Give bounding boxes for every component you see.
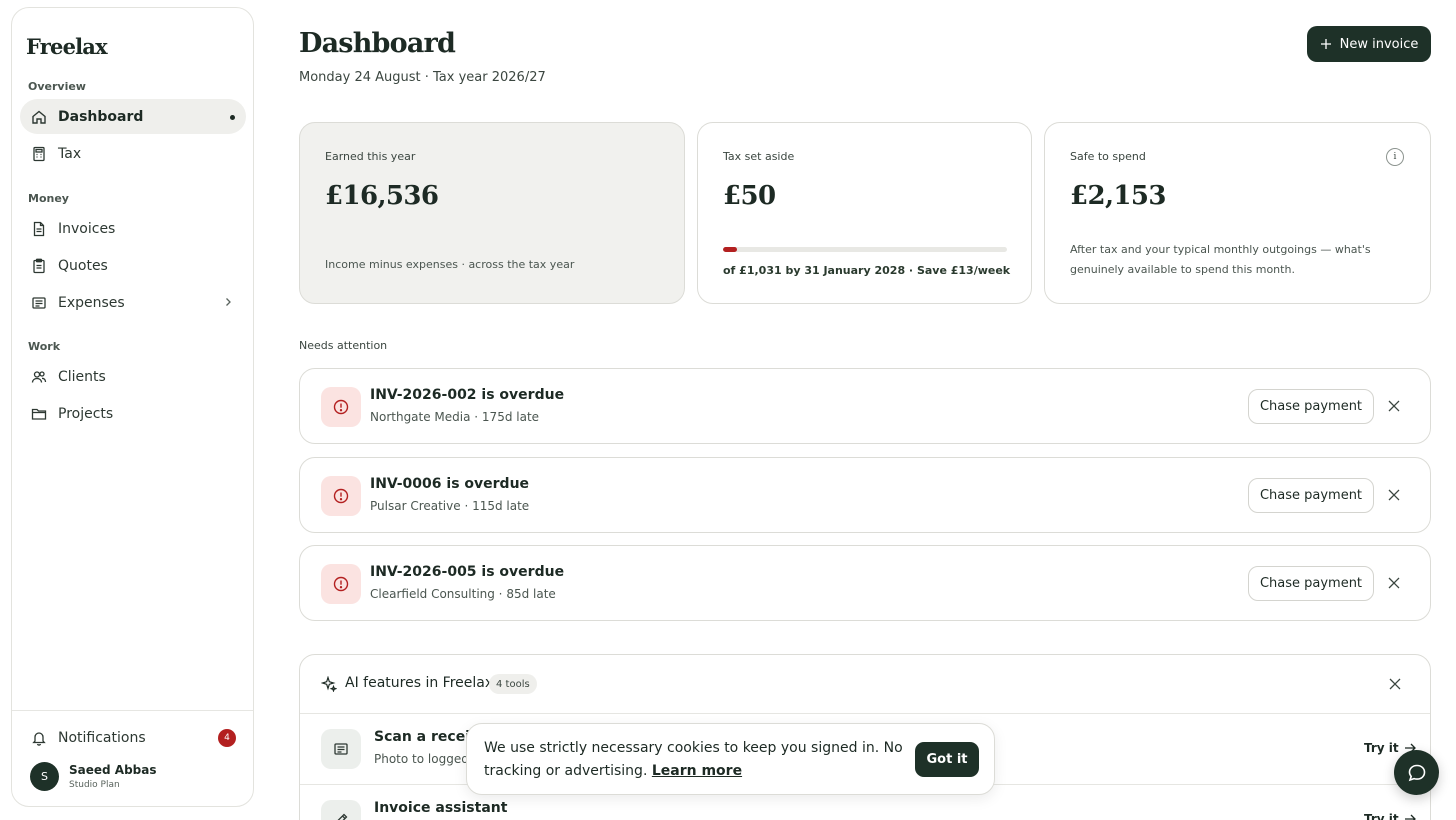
section-label-money: Money — [28, 192, 69, 205]
try-it-label: Try it — [1364, 741, 1399, 755]
user-name: Saeed Abbas — [69, 763, 157, 777]
earned-label: Earned this year — [325, 150, 416, 163]
new-invoice-label: New invoice — [1339, 36, 1419, 52]
user-plan: Studio Plan — [69, 780, 120, 790]
tax-progress-text: of £1,031 by 31 January 2028 · Save £13/… — [723, 264, 1011, 277]
alert-subtitle: Northgate Media · 175d late — [370, 410, 540, 424]
tax-label: Tax set aside — [723, 150, 795, 163]
alert-card: INV-0006 is overdue Pulsar Creative · 11… — [299, 457, 1431, 533]
earned-value: £16,536 — [325, 181, 439, 211]
close-icon[interactable] — [1388, 677, 1402, 691]
info-icon[interactable]: i — [1386, 148, 1404, 166]
cookie-banner: We use strictly necessary cookies to kee… — [466, 723, 995, 795]
section-label-work: Work — [28, 340, 61, 353]
chase-payment-button[interactable]: Chase payment — [1248, 566, 1374, 601]
ai-tools-count-badge: 4 tools — [489, 674, 537, 694]
users-icon — [31, 369, 47, 385]
close-icon[interactable] — [1387, 576, 1401, 590]
got-it-button[interactable]: Got it — [915, 742, 979, 777]
sidebar-item-label: Tax — [58, 145, 82, 162]
arrow-right-icon — [1404, 814, 1416, 820]
sidebar-item-label: Dashboard — [58, 108, 144, 125]
clipboard-icon — [31, 258, 47, 274]
cookie-message: We use strictly necessary cookies to kee… — [484, 737, 904, 783]
safe-to-spend-card: Safe to spend i £2,153 After tax and you… — [1044, 122, 1431, 304]
folder-icon — [31, 406, 47, 422]
alert-card: INV-2026-002 is overdue Northgate Media … — [299, 368, 1431, 444]
chevron-right-icon — [226, 298, 231, 306]
close-icon[interactable] — [1387, 488, 1401, 502]
pen-icon — [321, 800, 361, 820]
alert-card: INV-2026-005 is overdue Clearfield Consu… — [299, 545, 1431, 621]
notification-count-badge: 4 — [218, 729, 236, 747]
tax-progress-bar — [723, 247, 1007, 252]
bell-icon — [31, 730, 47, 746]
safe-description: After tax and your typical monthly outgo… — [1070, 243, 1371, 276]
sidebar-item-tax[interactable]: Tax — [20, 136, 246, 171]
sidebar-item-dashboard[interactable]: Dashboard — [20, 99, 246, 134]
sparkle-icon — [321, 676, 337, 692]
sidebar-item-projects[interactable]: Projects — [20, 396, 246, 431]
notifications-button[interactable]: Notifications 4 — [20, 721, 246, 755]
sidebar-item-label: Quotes — [58, 257, 108, 274]
sidebar-item-label: Clients — [58, 368, 106, 385]
sidebar-item-invoices[interactable]: Invoices — [20, 211, 246, 246]
alert-subtitle: Pulsar Creative · 115d late — [370, 499, 530, 513]
alert-circle-icon — [321, 476, 361, 516]
app-logo[interactable]: Freelax — [26, 34, 108, 59]
sidebar-item-clients[interactable]: Clients — [20, 359, 246, 394]
needs-attention-heading: Needs attention — [299, 339, 388, 352]
alert-title: INV-0006 is overdue — [370, 476, 530, 492]
alert-subtitle: Clearfield Consulting · 85d late — [370, 587, 556, 601]
sidebar: Freelax Overview Dashboard Tax Money Inv… — [11, 7, 254, 807]
active-indicator — [230, 115, 235, 120]
earned-description: Income minus expenses · across the tax y… — [325, 258, 575, 271]
tax-card: Tax set aside £50 of £1,031 by 31 Januar… — [697, 122, 1032, 304]
chase-payment-button[interactable]: Chase payment — [1248, 389, 1374, 424]
try-it-link[interactable]: Try it — [1364, 812, 1416, 820]
alert-circle-icon — [321, 564, 361, 604]
ai-panel-title: AI features in Freelax — [345, 675, 494, 691]
page-subtitle: Monday 24 August · Tax year 2026/27 — [299, 70, 546, 85]
new-invoice-button[interactable]: New invoice — [1307, 26, 1431, 62]
tax-progress-fill — [723, 247, 738, 252]
sidebar-item-label: Invoices — [58, 220, 116, 237]
earned-card: Earned this year £16,536 Income minus ex… — [299, 122, 685, 304]
chat-bubble-icon — [1408, 764, 1425, 781]
receipt-scan-icon — [321, 729, 361, 769]
alert-title: INV-2026-005 is overdue — [370, 564, 565, 580]
chase-payment-button[interactable]: Chase payment — [1248, 478, 1374, 513]
sidebar-item-quotes[interactable]: Quotes — [20, 248, 246, 283]
safe-label: Safe to spend — [1070, 150, 1146, 163]
calculator-icon — [31, 146, 47, 162]
tool-subtitle: Photo to logged e — [374, 752, 481, 766]
alert-circle-icon — [321, 387, 361, 427]
safe-value: £2,153 — [1070, 181, 1167, 211]
notifications-label: Notifications — [58, 730, 146, 746]
plus-icon — [1320, 39, 1331, 49]
divider — [12, 710, 253, 711]
sidebar-item-expenses[interactable]: Expenses — [20, 285, 246, 320]
user-profile[interactable]: S Saeed Abbas Studio Plan — [30, 762, 157, 791]
try-it-label: Try it — [1364, 812, 1399, 820]
tax-value: £50 — [723, 181, 776, 211]
divider — [300, 713, 1430, 714]
document-icon — [31, 221, 47, 237]
receipt-icon — [31, 295, 47, 311]
page-title: Dashboard — [299, 28, 456, 59]
sidebar-item-label: Projects — [58, 405, 114, 422]
section-label-overview: Overview — [28, 80, 86, 93]
alert-title: INV-2026-002 is overdue — [370, 387, 565, 403]
sidebar-item-label: Expenses — [58, 294, 125, 311]
learn-more-link[interactable]: Learn more — [652, 763, 742, 779]
home-icon — [31, 109, 47, 125]
chat-button[interactable] — [1394, 750, 1439, 795]
close-icon[interactable] — [1387, 399, 1401, 413]
avatar: S — [30, 762, 59, 791]
tool-title: Invoice assistant — [374, 800, 508, 816]
